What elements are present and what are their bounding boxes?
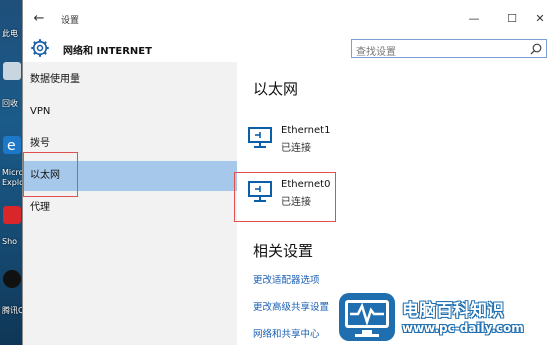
network-name: Ethernet1 bbox=[281, 125, 331, 136]
qq-icon[interactable] bbox=[3, 270, 21, 288]
desktop-label-edge: Micro Explo bbox=[2, 168, 24, 187]
sidebar-item-data-usage[interactable]: 数据使用量 bbox=[23, 65, 237, 95]
page-title: 网络和 INTERNET bbox=[63, 46, 152, 57]
link-sharing-center[interactable]: 网络和共享中心 bbox=[253, 326, 320, 340]
desktop-label-this-pc: 此电 bbox=[2, 29, 18, 38]
back-button[interactable]: ← bbox=[29, 9, 49, 29]
edge-icon[interactable]: e bbox=[3, 136, 21, 154]
svg-text:e: e bbox=[7, 138, 16, 154]
section-heading-related: 相关设置 bbox=[253, 242, 314, 260]
section-heading-ethernet: 以太网 bbox=[253, 80, 299, 98]
monitor-network-icon bbox=[248, 181, 272, 202]
sidebar-item-vpn[interactable]: VPN bbox=[23, 97, 237, 127]
recycle-bin-icon[interactable] bbox=[3, 62, 21, 80]
network-item-ethernet0[interactable]: Ethernet0 已连接 bbox=[247, 176, 357, 214]
sidebar-item-proxy[interactable]: 代理 bbox=[23, 193, 237, 223]
page-header: 网络和 INTERNET bbox=[23, 36, 554, 62]
desktop-label-recycle: 回收 bbox=[2, 99, 18, 108]
sidebar: 数据使用量 VPN 拨号 以太网 代理 bbox=[23, 62, 237, 345]
window-title: 设置 bbox=[61, 16, 80, 26]
desktop-label-shortcut: Sho bbox=[2, 237, 18, 246]
network-status: 已连接 bbox=[281, 197, 311, 208]
link-advanced-sharing[interactable]: 更改高级共享设置 bbox=[253, 299, 329, 313]
sidebar-item-ethernet[interactable]: 以太网 bbox=[23, 161, 237, 191]
monitor-network-icon bbox=[248, 127, 272, 148]
network-status: 已连接 bbox=[281, 143, 311, 154]
shortcut-icon[interactable] bbox=[3, 206, 21, 224]
search-icon[interactable] bbox=[530, 43, 542, 55]
minimize-button[interactable]: — bbox=[463, 10, 485, 28]
watermark-url: www.pc-daily.com bbox=[402, 321, 524, 335]
search-box[interactable] bbox=[351, 39, 547, 61]
watermark: 电脑百科知识 www.pc-daily.com bbox=[338, 290, 554, 345]
watermark-title: 电脑百科知识 bbox=[402, 301, 504, 321]
search-input[interactable] bbox=[352, 44, 524, 61]
desktop-strip: 此电 回收 e Micro Explo Sho 腾讯Q bbox=[0, 0, 24, 345]
watermark-logo-icon bbox=[339, 293, 395, 341]
network-name: Ethernet0 bbox=[281, 179, 331, 190]
gear-icon bbox=[31, 39, 49, 57]
close-button[interactable]: ✕ bbox=[529, 10, 551, 28]
link-adapter-options[interactable]: 更改适配器选项 bbox=[253, 272, 320, 286]
desktop-label-qq: 腾讯Q bbox=[2, 306, 24, 315]
sidebar-item-dial-up[interactable]: 拨号 bbox=[23, 129, 237, 159]
network-item-ethernet1[interactable]: Ethernet1 已连接 bbox=[247, 122, 357, 160]
title-bar: ← 设置 — ☐ ✕ bbox=[23, 0, 554, 36]
maximize-button[interactable]: ☐ bbox=[501, 10, 523, 28]
